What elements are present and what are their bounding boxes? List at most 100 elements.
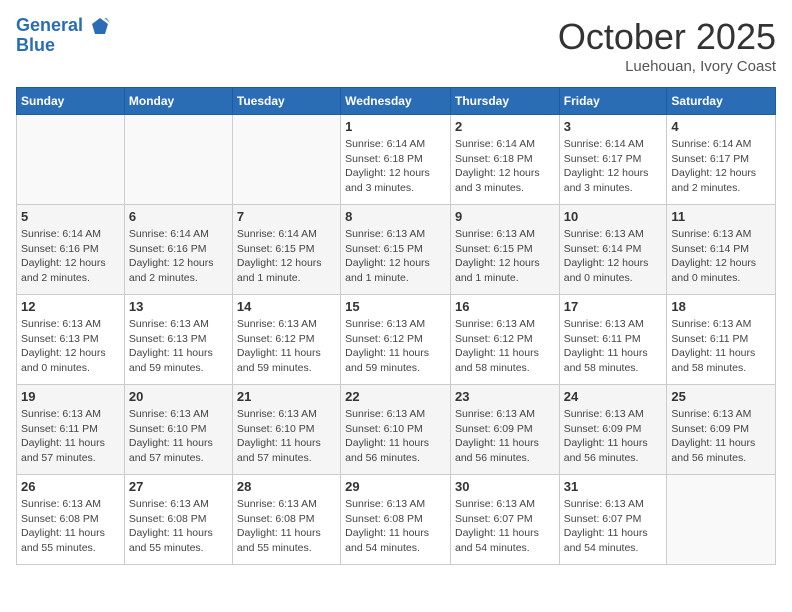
weekday-header-wednesday: Wednesday — [341, 88, 451, 115]
calendar-cell: 16Sunrise: 6:13 AM Sunset: 6:12 PM Dayli… — [450, 295, 559, 385]
calendar-cell: 31 Sunrise: 6:13 AM Sunset: 6:07 PM Dayli… — [559, 475, 667, 565]
calendar-cell — [232, 115, 340, 205]
day-number: 18 — [671, 299, 771, 314]
calendar-cell — [124, 115, 232, 205]
title-block: October 2025 Luehouan, Ivory Coast — [558, 16, 776, 75]
day-number: 29 — [345, 479, 446, 494]
calendar-cell: 20Sunrise: 6:13 AM Sunset: 6:10 PM Dayli… — [124, 385, 232, 475]
day-info: Sunrise: 6:14 AM Sunset: 6:16 PM Dayligh… — [129, 227, 228, 286]
day-number: 3 — [564, 119, 663, 134]
day-number: 11 — [671, 209, 771, 224]
calendar-cell — [667, 475, 776, 565]
calendar-cell: 24Sunrise: 6:13 AM Sunset: 6:09 PM Dayli… — [559, 385, 667, 475]
calendar-cell: 26 Sunrise: 6:13 AM Sunset: 6:08 PM Dayli… — [17, 475, 125, 565]
day-info: Sunrise: 6:13 AM Sunset: 6:10 PM Dayligh… — [129, 407, 228, 466]
day-info: Sunrise: 6:13 AM Sunset: 6:11 PM Dayligh… — [671, 317, 771, 376]
calendar-cell: 3Sunrise: 6:14 AM Sunset: 6:17 PM Daylig… — [559, 115, 667, 205]
weekday-header-tuesday: Tuesday — [232, 88, 340, 115]
day-info: Sunrise: 6:13 AM Sunset: 6:12 PM Dayligh… — [345, 317, 446, 376]
day-info: Sunrise: 6:13 AM Sunset: 6:08 PM Dayligh… — [237, 497, 336, 556]
weekday-header-saturday: Saturday — [667, 88, 776, 115]
day-info: Sunrise: 6:13 AM Sunset: 6:11 PM Dayligh… — [564, 317, 663, 376]
day-info: Sunrise: 6:13 AM Sunset: 6:10 PM Dayligh… — [237, 407, 336, 466]
day-number: 5 — [21, 209, 120, 224]
day-info: Sunrise: 6:13 AM Sunset: 6:09 PM Dayligh… — [455, 407, 555, 466]
calendar-cell: 11 Sunrise: 6:13 AM Sunset: 6:14 PM Dayli… — [667, 205, 776, 295]
day-info: Sunrise: 6:13 AM Sunset: 6:13 PM Dayligh… — [129, 317, 228, 376]
day-number: 21 — [237, 389, 336, 404]
day-number: 2 — [455, 119, 555, 134]
calendar-cell: 9 Sunrise: 6:13 AM Sunset: 6:15 PM Daylig… — [450, 205, 559, 295]
day-number: 23 — [455, 389, 555, 404]
day-number: 31 — [564, 479, 663, 494]
day-number: 15 — [345, 299, 446, 314]
calendar-cell: 10 Sunrise: 6:13 AM Sunset: 6:14 PM Dayli… — [559, 205, 667, 295]
day-number: 10 — [564, 209, 663, 224]
day-info: Sunrise: 6:13 AM Sunset: 6:14 PM Dayligh… — [564, 227, 663, 286]
weekday-header-sunday: Sunday — [17, 88, 125, 115]
calendar-cell: 19Sunrise: 6:13 AM Sunset: 6:11 PM Dayli… — [17, 385, 125, 475]
day-number: 26 — [21, 479, 120, 494]
location: Luehouan, Ivory Coast — [558, 58, 776, 75]
calendar-table: SundayMondayTuesdayWednesdayThursdayFrid… — [16, 87, 776, 565]
calendar-cell: 25 Sunrise: 6:13 AM Sunset: 6:09 PM Dayli… — [667, 385, 776, 475]
calendar-cell: 1 Sunrise: 6:14 AM Sunset: 6:18 PM Daylig… — [341, 115, 451, 205]
day-info: Sunrise: 6:13 AM Sunset: 6:08 PM Dayligh… — [21, 497, 120, 556]
day-info: Sunrise: 6:13 AM Sunset: 6:15 PM Dayligh… — [345, 227, 446, 286]
day-number: 25 — [671, 389, 771, 404]
day-number: 17 — [564, 299, 663, 314]
calendar-cell: 28 Sunrise: 6:13 AM Sunset: 6:08 PM Dayli… — [232, 475, 340, 565]
day-number: 12 — [21, 299, 120, 314]
calendar-cell: 22 Sunrise: 6:13 AM Sunset: 6:10 PM Dayli… — [341, 385, 451, 475]
calendar-cell: 23 Sunrise: 6:13 AM Sunset: 6:09 PM Dayli… — [450, 385, 559, 475]
day-number: 13 — [129, 299, 228, 314]
calendar-cell: 5 Sunrise: 6:14 AM Sunset: 6:16 PM Daylig… — [17, 205, 125, 295]
day-info: Sunrise: 6:14 AM Sunset: 6:18 PM Dayligh… — [455, 137, 555, 196]
day-info: Sunrise: 6:13 AM Sunset: 6:14 PM Dayligh… — [671, 227, 771, 286]
day-number: 4 — [671, 119, 771, 134]
day-info: Sunrise: 6:13 AM Sunset: 6:09 PM Dayligh… — [671, 407, 771, 466]
day-info: Sunrise: 6:13 AM Sunset: 6:15 PM Dayligh… — [455, 227, 555, 286]
calendar-cell: 13 Sunrise: 6:13 AM Sunset: 6:13 PM Dayli… — [124, 295, 232, 385]
calendar-cell: 17 Sunrise: 6:13 AM Sunset: 6:11 PM Dayli… — [559, 295, 667, 385]
logo: General Blue — [16, 16, 110, 56]
day-number: 22 — [345, 389, 446, 404]
day-info: Sunrise: 6:13 AM Sunset: 6:12 PM Dayligh… — [237, 317, 336, 376]
day-number: 28 — [237, 479, 336, 494]
day-info: Sunrise: 6:14 AM Sunset: 6:18 PM Dayligh… — [345, 137, 446, 196]
day-number: 24 — [564, 389, 663, 404]
calendar-cell: 12 Sunrise: 6:13 AM Sunset: 6:13 PM Dayli… — [17, 295, 125, 385]
calendar-cell: 4 Sunrise: 6:14 AM Sunset: 6:17 PM Daylig… — [667, 115, 776, 205]
month-title: October 2025 — [558, 16, 776, 58]
day-number: 8 — [345, 209, 446, 224]
day-number: 27 — [129, 479, 228, 494]
weekday-header-thursday: Thursday — [450, 88, 559, 115]
day-info: Sunrise: 6:13 AM Sunset: 6:10 PM Dayligh… — [345, 407, 446, 466]
day-info: Sunrise: 6:13 AM Sunset: 6:12 PM Dayligh… — [455, 317, 555, 376]
day-number: 6 — [129, 209, 228, 224]
day-info: Sunrise: 6:14 AM Sunset: 6:16 PM Dayligh… — [21, 227, 120, 286]
day-number: 1 — [345, 119, 446, 134]
calendar-cell: 29 Sunrise: 6:13 AM Sunset: 6:08 PM Dayli… — [341, 475, 451, 565]
calendar-cell: 30 Sunrise: 6:13 AM Sunset: 6:07 PM Dayli… — [450, 475, 559, 565]
day-info: Sunrise: 6:13 AM Sunset: 6:07 PM Dayligh… — [455, 497, 555, 556]
day-info: Sunrise: 6:14 AM Sunset: 6:15 PM Dayligh… — [237, 227, 336, 286]
day-info: Sunrise: 6:13 AM Sunset: 6:13 PM Dayligh… — [21, 317, 120, 376]
calendar-cell: 14 Sunrise: 6:13 AM Sunset: 6:12 PM Dayli… — [232, 295, 340, 385]
calendar-cell: 2 Sunrise: 6:14 AM Sunset: 6:18 PM Daylig… — [450, 115, 559, 205]
day-info: Sunrise: 6:14 AM Sunset: 6:17 PM Dayligh… — [671, 137, 771, 196]
calendar-cell — [17, 115, 125, 205]
day-number: 30 — [455, 479, 555, 494]
calendar-cell: 18 Sunrise: 6:13 AM Sunset: 6:11 PM Dayli… — [667, 295, 776, 385]
calendar-cell: 7Sunrise: 6:14 AM Sunset: 6:15 PM Daylig… — [232, 205, 340, 295]
calendar-cell: 8 Sunrise: 6:13 AM Sunset: 6:15 PM Daylig… — [341, 205, 451, 295]
day-info: Sunrise: 6:13 AM Sunset: 6:08 PM Dayligh… — [345, 497, 446, 556]
calendar-cell: 27Sunrise: 6:13 AM Sunset: 6:08 PM Dayli… — [124, 475, 232, 565]
calendar-cell: 6 Sunrise: 6:14 AM Sunset: 6:16 PM Daylig… — [124, 205, 232, 295]
calendar-cell: 21 Sunrise: 6:13 AM Sunset: 6:10 PM Dayli… — [232, 385, 340, 475]
day-info: Sunrise: 6:13 AM Sunset: 6:07 PM Dayligh… — [564, 497, 663, 556]
day-number: 14 — [237, 299, 336, 314]
day-number: 9 — [455, 209, 555, 224]
weekday-header-monday: Monday — [124, 88, 232, 115]
logo-text: General Blue — [16, 16, 110, 56]
